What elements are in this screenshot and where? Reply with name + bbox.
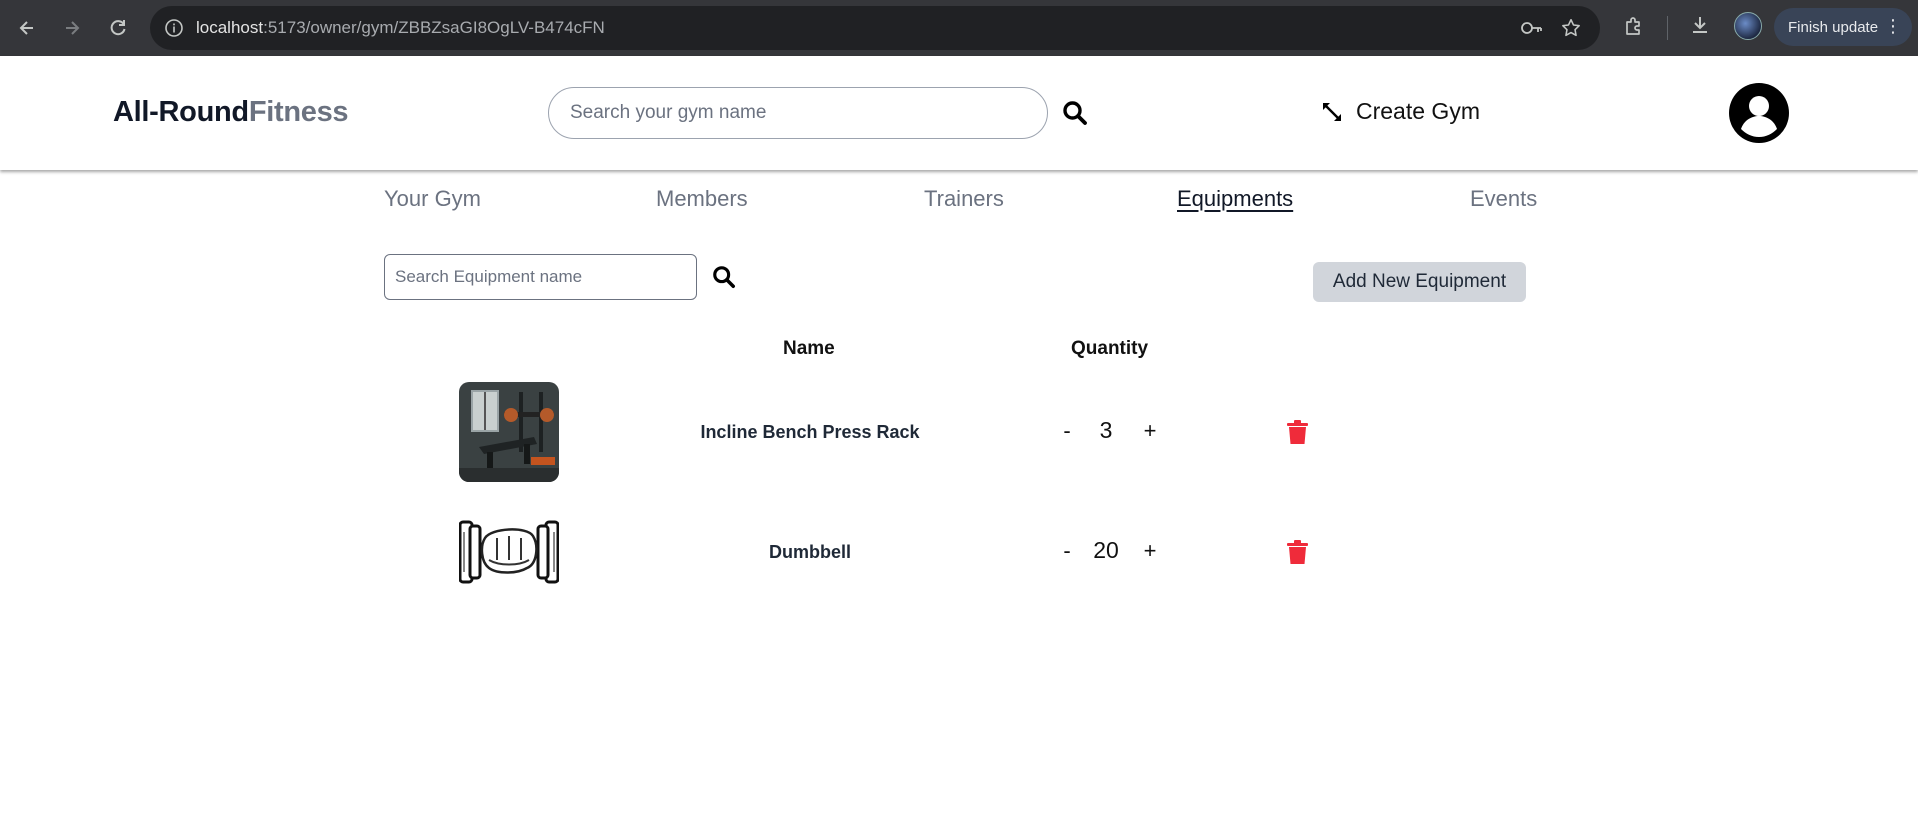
quantity-value: 20: [1093, 537, 1119, 563]
site-info-icon[interactable]: [164, 18, 184, 38]
expand-arrows-icon: [1320, 100, 1344, 124]
create-gym-button[interactable]: Create Gym: [1320, 98, 1480, 125]
increase-quantity-button[interactable]: +: [1138, 538, 1162, 564]
equipment-image: [459, 382, 559, 482]
trash-icon[interactable]: [1287, 420, 1308, 449]
back-icon[interactable]: [13, 14, 41, 42]
equipment-search-input[interactable]: [384, 254, 697, 300]
decrease-quantity-button[interactable]: -: [1055, 418, 1079, 444]
tab-members[interactable]: Members: [656, 186, 748, 212]
forward-icon[interactable]: [58, 14, 86, 42]
browser-toolbar: localhost:5173/owner/gym/ZBBZsaGI8OgLV-B…: [0, 0, 1918, 56]
address-bar[interactable]: localhost:5173/owner/gym/ZBBZsaGI8OgLV-B…: [150, 6, 1600, 50]
increase-quantity-button[interactable]: +: [1138, 418, 1162, 444]
finish-update-label: Finish update: [1788, 18, 1879, 36]
url-host: localhost: [196, 18, 264, 37]
column-header-name: Name: [783, 338, 835, 359]
tab-events[interactable]: Events: [1470, 186, 1537, 212]
url-path: :5173/owner/gym/ZBBZsaGI8OgLV-B474cFN: [263, 18, 605, 37]
column-header-quantity: Quantity: [1071, 338, 1149, 359]
gym-search-input[interactable]: [548, 87, 1048, 139]
decrease-quantity-button[interactable]: -: [1055, 538, 1079, 564]
user-avatar-icon[interactable]: [1728, 82, 1790, 144]
extensions-icon[interactable]: [1622, 14, 1646, 43]
bookmark-star-icon[interactable]: [1560, 17, 1582, 44]
equipment-name: Incline Bench Press Rack: [700, 422, 920, 442]
profile-avatar-icon[interactable]: [1734, 12, 1762, 40]
table-row: Dumbbell - 20 +: [0, 502, 1918, 602]
create-gym-label: Create Gym: [1356, 98, 1480, 124]
logo-text-secondary: Fitness: [248, 96, 349, 128]
quantity-value: 3: [1099, 417, 1113, 443]
trash-icon[interactable]: [1287, 540, 1308, 569]
app-header: All-RoundFitness Create Gym: [0, 56, 1918, 170]
reload-icon[interactable]: [104, 14, 132, 42]
logo-text-primary: All-Round: [113, 96, 249, 128]
table-row: Incline Bench Press Rack - 3 +: [0, 382, 1918, 482]
url-text: localhost:5173/owner/gym/ZBBZsaGI8OgLV-B…: [196, 18, 605, 38]
search-icon[interactable]: [1062, 100, 1088, 131]
toolbar-divider: [1667, 16, 1668, 40]
brand-logo[interactable]: All-RoundFitness: [113, 96, 349, 129]
equipment-image: [459, 502, 559, 602]
finish-update-button[interactable]: Finish update ⋮: [1774, 8, 1912, 46]
equipment-name: Dumbbell: [768, 542, 851, 562]
password-key-icon[interactable]: [1520, 18, 1544, 43]
add-equipment-button[interactable]: Add New Equipment: [1313, 262, 1526, 302]
tab-trainers[interactable]: Trainers: [924, 186, 1004, 212]
equipment-search-icon[interactable]: [712, 265, 736, 294]
tab-your-gym[interactable]: Your Gym: [384, 186, 481, 212]
gym-tabs: Your Gym Members Trainers Equipments Eve…: [0, 186, 1918, 220]
more-menu-icon[interactable]: ⋮: [1884, 17, 1902, 35]
tab-equipments[interactable]: Equipments: [1177, 186, 1293, 212]
download-icon[interactable]: [1688, 13, 1712, 42]
